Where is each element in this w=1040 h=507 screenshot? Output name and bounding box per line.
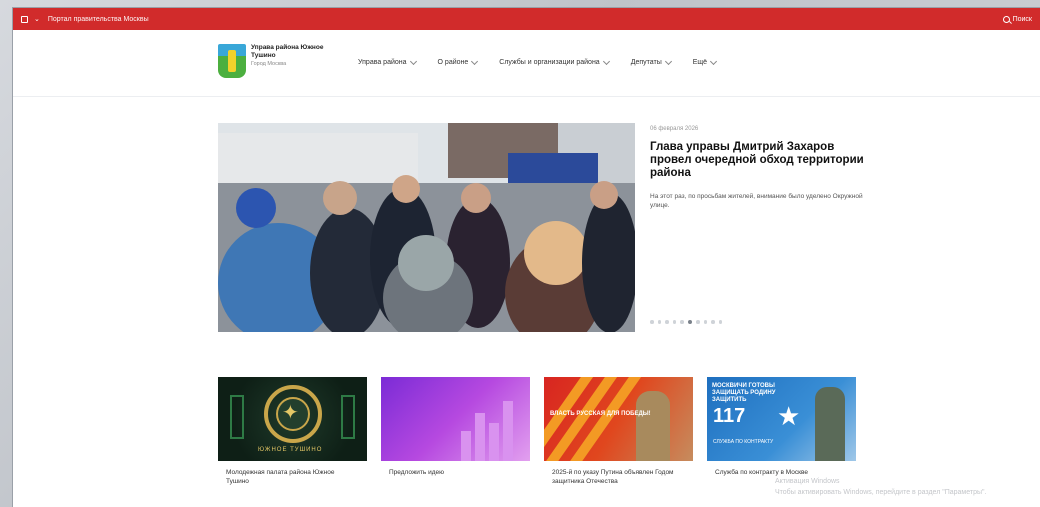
windows-activation-watermark: Активация Windows Чтобы активировать Win… [775, 476, 986, 498]
carousel-dot-active[interactable] [687, 319, 692, 324]
site-header: Управа района Южное Тушино Город Москва … [13, 30, 1040, 97]
coat-of-arms-icon [218, 44, 246, 78]
search-button[interactable]: Поиск [1002, 15, 1032, 23]
logo-line-1: Управа района Южное [251, 44, 324, 51]
card-thumbnail: ВЛАСТЬ РУССКАЯ ДЛЯ ПОБЕДЫ! [544, 377, 693, 461]
nav-label: Депутаты [630, 59, 662, 66]
site-logo[interactable]: Управа района Южное Тушино Город Москва [218, 44, 323, 78]
chevron-down-icon [409, 57, 417, 66]
chevron-down-icon [664, 57, 672, 66]
chevron-down-icon[interactable]: ⌄ [34, 15, 40, 23]
star-icon: ✦ [282, 402, 299, 424]
main-nav: Управа района О районе Службы и организа… [358, 57, 718, 66]
nav-label: Ещё [692, 59, 708, 66]
hero-date: 06 февраля 2026 [650, 126, 699, 132]
nav-item-deputies[interactable]: Депутаты [630, 57, 672, 66]
hero-photo-illustration [218, 123, 635, 332]
nav-label: О районе [437, 59, 469, 66]
chevron-down-icon [710, 57, 718, 66]
card-contract-service[interactable]: МОСКВИЧИ ГОТОВЫ ЗАЩИЩАТЬ РОДИНУ ЗАЩИТИТЬ… [707, 377, 856, 486]
top-bar: ⌄ Портал правительства Москвы Поиск [13, 8, 1040, 30]
nav-item-uprava[interactable]: Управа района [358, 57, 417, 66]
portal-menu-icon[interactable] [21, 15, 28, 23]
watermark-line-2: Чтобы активировать Windows, перейдите в … [775, 489, 987, 496]
watermark-line-1: Активация Windows [775, 478, 840, 485]
nav-label: Службы и организации района [499, 59, 600, 66]
thumb-text: ВЛАСТЬ РУССКАЯ ДЛЯ ПОБЕДЫ! [550, 411, 651, 417]
hero-text: 06 февраля 2026 Глава управы Дмитрий Зах… [650, 123, 870, 210]
nav-item-services[interactable]: Службы и организации района [499, 57, 610, 66]
soldier-figure [636, 391, 670, 461]
carousel-dot[interactable] [672, 320, 676, 324]
decor-frame [341, 395, 355, 439]
carousel-dot[interactable] [703, 320, 707, 324]
carousel-dots [650, 319, 722, 324]
decor-bar [475, 413, 485, 461]
nav-item-more[interactable]: Ещё [692, 57, 718, 66]
portal-link[interactable]: Портал правительства Москвы [48, 16, 149, 23]
feature-cards: ✦ ЮЖНОЕ ТУШИНО Молодежная палата района … [218, 377, 856, 486]
card-caption: 2025-й по указу Путина объявлен Годом за… [552, 469, 674, 485]
decor-frame [230, 395, 244, 439]
thumb-text: ЮЖНОЕ ТУШИНО [258, 447, 323, 453]
decor-bar [503, 401, 513, 461]
carousel-dot[interactable] [696, 320, 700, 324]
nav-item-about[interactable]: О районе [437, 57, 479, 66]
star-icon: ★ [777, 401, 801, 431]
card-thumbnail [381, 377, 530, 461]
carousel-dot[interactable] [711, 320, 715, 324]
carousel-dot[interactable] [680, 320, 684, 324]
thumb-footer: СЛУЖБА ПО КОНТРАКТУ [713, 439, 774, 445]
logo-line-2: Тушино [251, 52, 276, 59]
chevron-down-icon [602, 57, 610, 66]
hero-description: На этот раз, по просьбам жителей, вниман… [650, 193, 863, 209]
logo-line-3: Город Москва [251, 61, 287, 67]
carousel-dot[interactable] [657, 320, 661, 324]
card-caption: Предложить идею [389, 469, 445, 476]
card-caption: Молодежная палата района Южное Тушино [226, 469, 335, 485]
carousel-dot[interactable] [665, 320, 669, 324]
thumb-number: 117 [713, 405, 746, 427]
decor-bar [461, 431, 471, 461]
card-thumbnail: ✦ ЮЖНОЕ ТУШИНО [218, 377, 367, 461]
search-label: Поиск [1012, 15, 1032, 23]
card-suggest-idea[interactable]: Предложить идею [381, 377, 530, 486]
soldier-figure [815, 387, 845, 461]
logo-text: Управа района Южное Тушино Город Москва [251, 44, 323, 68]
card-thumbnail: МОСКВИЧИ ГОТОВЫ ЗАЩИЩАТЬ РОДИНУ ЗАЩИТИТЬ… [707, 377, 856, 461]
search-icon [1002, 15, 1010, 23]
hero-photo[interactable] [218, 123, 635, 332]
nav-label: Управа района [358, 59, 407, 66]
hero-title[interactable]: Глава управы Дмитрий Захаров провел очер… [650, 141, 870, 180]
decor-bar [489, 423, 499, 461]
carousel-dot[interactable] [718, 320, 722, 324]
card-youth-chamber[interactable]: ✦ ЮЖНОЕ ТУШИНО Молодежная палата района … [218, 377, 367, 486]
chevron-down-icon [471, 57, 479, 66]
card-defender-year[interactable]: ВЛАСТЬ РУССКАЯ ДЛЯ ПОБЕДЫ! 2025-й по ука… [544, 377, 693, 486]
carousel-dot[interactable] [650, 320, 654, 324]
browser-page: ⌄ Портал правительства Москвы Поиск Упра… [13, 8, 1040, 507]
